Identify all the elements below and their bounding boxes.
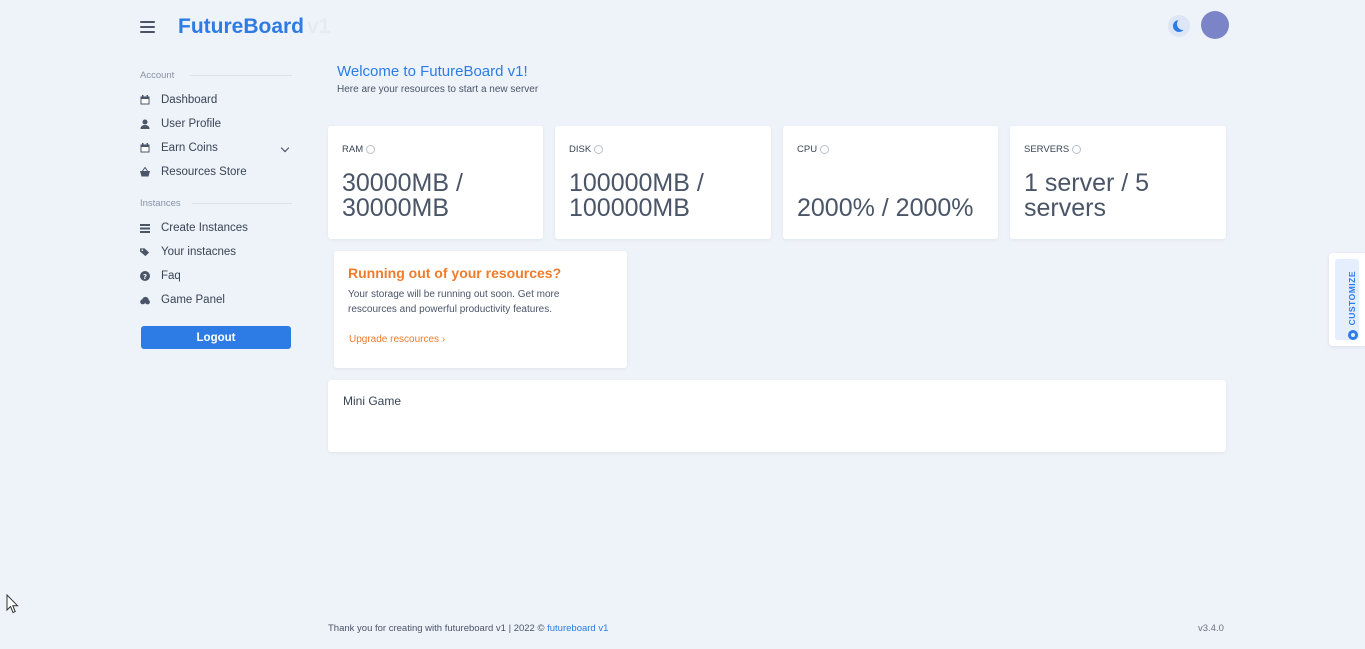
- basket-icon: [140, 167, 150, 177]
- stat-label: SERVERS: [1024, 144, 1070, 155]
- stat-label-wrap: RAM: [342, 144, 376, 155]
- stat-label-wrap: CPU: [797, 144, 830, 155]
- svg-text:?: ?: [143, 273, 147, 281]
- mouse-cursor-icon: [6, 594, 19, 614]
- question-icon: ?: [140, 271, 150, 281]
- promo-title: Running out of your resources?: [348, 265, 562, 281]
- brand-logo[interactable]: FutureBoard v1: [178, 15, 330, 39]
- stat-label-wrap: DISK: [569, 144, 604, 155]
- mini-game-card: Mini Game: [328, 380, 1226, 452]
- gear-icon: [1348, 330, 1358, 340]
- sidebar-item-label: Game Panel: [161, 294, 225, 306]
- upgrade-resources-link[interactable]: Upgrade rescources ›: [349, 334, 445, 345]
- section-title-instances: Instances: [140, 198, 181, 209]
- tags-icon: [140, 247, 150, 257]
- upgrade-promo-card: Running out of your resources? Your stor…: [334, 251, 627, 368]
- divider: [192, 203, 292, 204]
- user-icon: [140, 119, 150, 129]
- stat-value-line2: 100000MB: [569, 194, 690, 222]
- sidebar-item-label: Earn Coins: [161, 142, 218, 154]
- stat-label-wrap: SERVERS: [1024, 144, 1082, 155]
- stat-label: DISK: [569, 144, 592, 155]
- disk-stat-card: DISK 100000MB / 100000MB: [555, 126, 771, 239]
- sidebar-item-game-panel[interactable]: Game Panel: [140, 292, 225, 308]
- customize-button[interactable]: CUSTOMIZE: [1329, 253, 1365, 346]
- help-icon[interactable]: [594, 145, 604, 154]
- section-title-account: Account: [140, 70, 175, 81]
- sidebar-item-label: Create Instances: [161, 222, 248, 234]
- stat-label: RAM: [342, 144, 364, 155]
- version-label: v3.4.0: [1198, 623, 1224, 634]
- sidebar-item-label: Resources Store: [161, 166, 247, 178]
- avatar[interactable]: [1201, 11, 1229, 39]
- stat-value-line2: servers: [1024, 194, 1106, 222]
- sidebar-item-label: Your instacnes: [161, 246, 237, 258]
- list-icon: [140, 223, 150, 233]
- help-icon[interactable]: [1072, 145, 1082, 154]
- sidebar-item-label: User Profile: [161, 118, 222, 130]
- sidebar-item-earn-coins[interactable]: Earn Coins: [140, 140, 218, 156]
- stat-label: CPU: [797, 144, 818, 155]
- servers-stat-card: SERVERS 1 server / 5 servers: [1010, 126, 1226, 239]
- promo-text: Your storage will be running out soon. G…: [348, 289, 560, 315]
- footer-copyright: Thank you for creating with futureboard …: [328, 623, 548, 634]
- sidebar-item-create-instances[interactable]: Create Instances: [140, 220, 248, 236]
- brand-name: FutureBoard: [178, 15, 304, 38]
- page-subtitle: Here are your resources to start a new s…: [337, 84, 539, 95]
- footer-text: Thank you for creating with futureboard …: [328, 623, 608, 634]
- chevron-down-icon[interactable]: [280, 143, 290, 153]
- cpu-stat-card: CPU 2000% / 2000%: [783, 126, 998, 239]
- calendar-icon: [140, 95, 150, 105]
- stat-value-line2: 2000% / 2000%: [797, 194, 974, 222]
- hamburger-menu-icon[interactable]: [140, 21, 155, 33]
- ram-stat-card: RAM 30000MB / 30000MB: [328, 126, 543, 239]
- sidebar-item-faq[interactable]: ? Faq: [140, 268, 181, 284]
- mini-game-title: Mini Game: [343, 394, 402, 408]
- stat-value-line1: 1 server / 5: [1024, 169, 1150, 197]
- sidebar-item-label: Faq: [161, 270, 181, 282]
- divider: [190, 75, 292, 76]
- brand-version: v1: [307, 15, 331, 38]
- logout-button[interactable]: Logout: [141, 326, 291, 349]
- stat-value-line1: 30000MB /: [342, 169, 463, 197]
- page-title: Welcome to FutureBoard v1!: [337, 63, 528, 80]
- customize-inner: CUSTOMIZE: [1335, 259, 1359, 340]
- sidebar-item-user-profile[interactable]: User Profile: [140, 116, 221, 132]
- sidebar-item-resources-store[interactable]: Resources Store: [140, 164, 247, 180]
- sidebar-item-dashboard[interactable]: Dashboard: [140, 92, 217, 108]
- footer-link[interactable]: futureboard v1: [547, 623, 608, 634]
- customize-label: CUSTOMIZE: [1347, 271, 1357, 326]
- help-icon[interactable]: [366, 145, 376, 154]
- help-icon[interactable]: [820, 145, 830, 154]
- sidebar-item-label: Dashboard: [161, 94, 218, 106]
- cloud-icon: [140, 295, 150, 305]
- sidebar-item-your-instances[interactable]: Your instacnes: [140, 244, 236, 260]
- stat-value-line2: 30000MB: [342, 194, 450, 222]
- calendar-icon: [140, 143, 150, 153]
- dark-mode-toggle-icon[interactable]: [1168, 15, 1190, 37]
- stat-value-line1: 100000MB /: [569, 169, 704, 197]
